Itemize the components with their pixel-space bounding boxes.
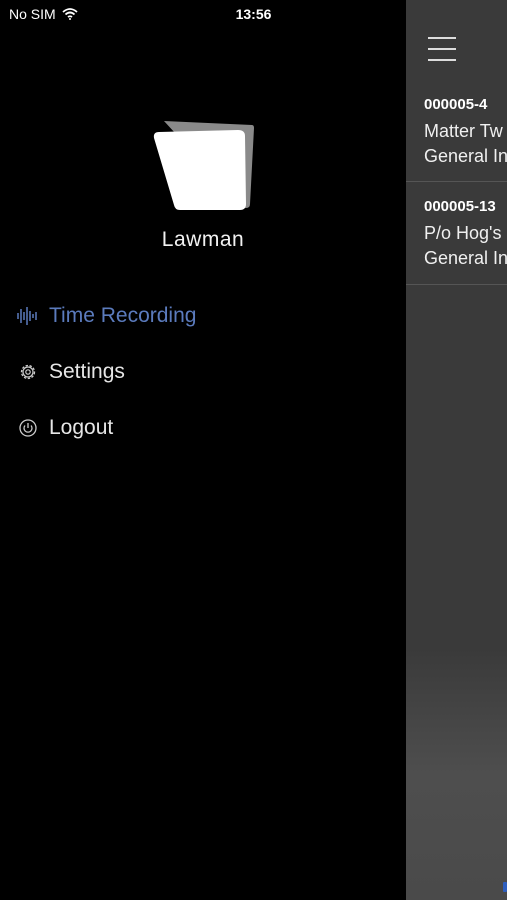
matter-code: 000005-13	[424, 198, 496, 215]
main-panel: 000005-4 Matter Tw General In 000005-13 …	[406, 0, 507, 900]
menu-item-label: Time Recording	[49, 304, 197, 327]
list-item[interactable]: 000005-4 Matter Tw General In	[406, 80, 507, 182]
menu-item-time-recording[interactable]: Time Recording	[16, 296, 196, 336]
matter-name: Matter Tw	[424, 121, 503, 141]
app-logo	[153, 121, 254, 210]
partial-button-edge[interactable]	[503, 882, 507, 892]
gear-icon	[16, 360, 40, 384]
menu-item-label: Settings	[49, 360, 125, 383]
side-menu: Lawman Time Recording Settings Logout	[0, 28, 406, 900]
hamburger-menu-icon[interactable]	[428, 37, 456, 63]
matter-category: General In	[424, 248, 507, 268]
menu-item-label: Logout	[49, 416, 114, 439]
matter-category: General In	[424, 146, 507, 166]
power-icon	[16, 416, 40, 440]
matter-code: 000005-4	[424, 96, 488, 113]
waveform-icon	[16, 304, 40, 328]
menu-item-logout[interactable]: Logout	[16, 408, 113, 448]
list-item[interactable]: 000005-13 P/o Hog's General In	[406, 182, 507, 285]
matter-name: P/o Hog's	[424, 223, 502, 243]
menu-item-settings[interactable]: Settings	[16, 352, 125, 392]
app-name: Lawman	[161, 228, 245, 251]
